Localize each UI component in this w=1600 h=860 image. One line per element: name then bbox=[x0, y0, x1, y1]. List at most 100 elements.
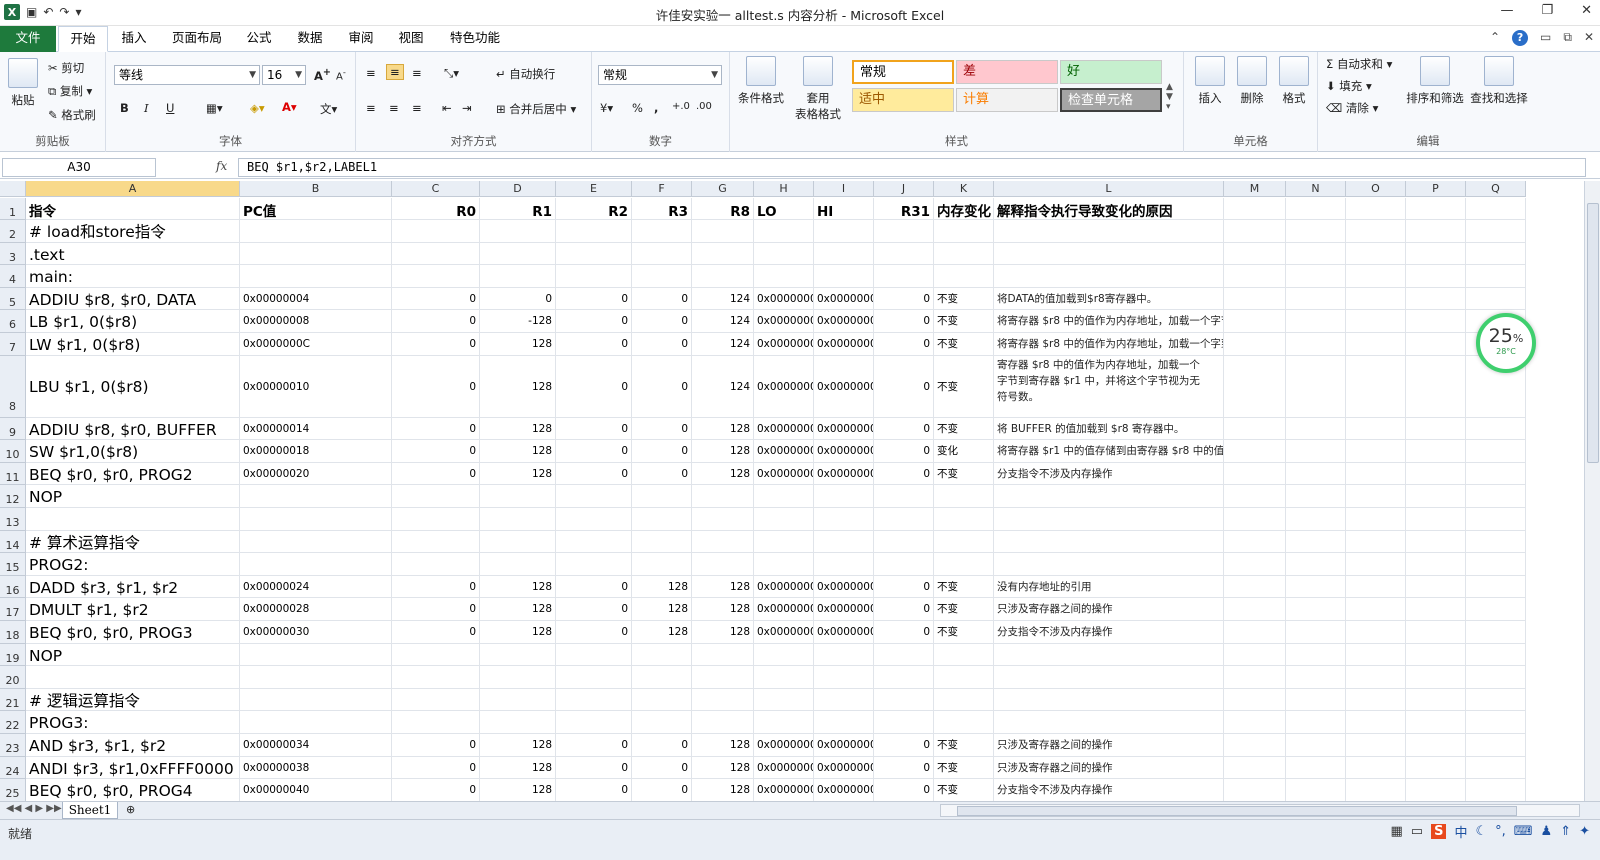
cell-B12[interactable] bbox=[240, 485, 392, 508]
align-center-icon[interactable]: ≡ bbox=[389, 101, 399, 115]
cell-P14[interactable] bbox=[1406, 530, 1466, 554]
cell-K19[interactable] bbox=[934, 643, 994, 667]
cell-H2[interactable] bbox=[754, 220, 814, 243]
cell-N4[interactable] bbox=[1286, 265, 1346, 288]
cell-E12[interactable] bbox=[556, 485, 632, 508]
cell-A4[interactable]: main: bbox=[26, 265, 240, 288]
cell-Q18[interactable] bbox=[1466, 621, 1526, 644]
cell-Q2[interactable] bbox=[1466, 220, 1526, 243]
wrap-text-button[interactable]: ↵ 自动换行 bbox=[496, 66, 555, 82]
cell-N10[interactable] bbox=[1286, 440, 1346, 463]
cell-E11[interactable]: 0 bbox=[556, 462, 632, 486]
clear-button[interactable]: ⌫ 清除 ▾ bbox=[1326, 100, 1378, 116]
cell-G25[interactable]: 128 bbox=[692, 779, 754, 801]
sogou-ime-icon[interactable]: S bbox=[1431, 824, 1447, 839]
cell-O14[interactable] bbox=[1346, 530, 1406, 554]
comma-button[interactable]: , bbox=[654, 101, 658, 115]
cell-K12[interactable] bbox=[934, 485, 994, 508]
cell-G9[interactable]: 128 bbox=[692, 417, 754, 441]
cell-J10[interactable]: 0 bbox=[874, 440, 934, 463]
page-layout-icon[interactable]: ▭ bbox=[1411, 824, 1423, 839]
cell-L7[interactable]: 将寄存器 $r8 中的值作为内存地址，加载一个字到寄存器 $r1 中。 bbox=[994, 333, 1224, 356]
cell-E1[interactable]: R2 bbox=[556, 198, 632, 220]
cell-L4[interactable] bbox=[994, 265, 1224, 288]
cell-M9[interactable] bbox=[1224, 417, 1286, 441]
cell-F20[interactable] bbox=[632, 666, 692, 689]
cell-P6[interactable] bbox=[1406, 310, 1466, 333]
align-right-icon[interactable]: ≡ bbox=[412, 101, 422, 115]
cell-O3[interactable] bbox=[1346, 242, 1406, 266]
cell-O25[interactable] bbox=[1346, 779, 1406, 801]
cell-L13[interactable] bbox=[994, 508, 1224, 531]
row-header[interactable]: 12 bbox=[0, 485, 26, 508]
cell-K8[interactable]: 不变 bbox=[934, 355, 994, 418]
cell-D2[interactable] bbox=[480, 220, 556, 243]
cell-J12[interactable] bbox=[874, 485, 934, 508]
cell-G14[interactable] bbox=[692, 530, 754, 554]
cell-E22[interactable] bbox=[556, 711, 632, 734]
cell-F10[interactable]: 0 bbox=[632, 440, 692, 463]
cell-O17[interactable] bbox=[1346, 598, 1406, 621]
cell-P16[interactable] bbox=[1406, 575, 1466, 599]
cell-K22[interactable] bbox=[934, 711, 994, 734]
align-bottom-icon[interactable]: ≡ bbox=[412, 66, 422, 80]
memory-gauge-widget[interactable]: 25% 28°C bbox=[1476, 313, 1536, 373]
cell-A22[interactable]: PROG3: bbox=[26, 711, 240, 734]
cell-G8[interactable]: 124 bbox=[692, 355, 754, 418]
cell-G11[interactable]: 128 bbox=[692, 462, 754, 486]
font-color-icon[interactable]: A▾ bbox=[282, 100, 297, 114]
fx-icon[interactable]: fx bbox=[216, 159, 227, 173]
cell-B2[interactable] bbox=[240, 220, 392, 243]
cell-E4[interactable] bbox=[556, 265, 632, 288]
cell-I19[interactable] bbox=[814, 643, 874, 667]
cell-C25[interactable]: 0 bbox=[392, 779, 480, 801]
cell-N3[interactable] bbox=[1286, 242, 1346, 266]
vertical-scrollbar[interactable] bbox=[1584, 181, 1600, 801]
cell-M12[interactable] bbox=[1224, 485, 1286, 508]
row-header[interactable]: 6 bbox=[0, 310, 26, 333]
column-header-H[interactable]: H bbox=[754, 181, 814, 197]
cell-L8[interactable]: 寄存器 $r8 中的值作为内存地址，加载一个 字节到寄存器 $r1 中，并将这个字… bbox=[994, 355, 1224, 418]
cell-A10[interactable]: SW $r1,0($r8) bbox=[26, 440, 240, 463]
cell-D19[interactable] bbox=[480, 643, 556, 667]
tab-5[interactable]: 数据 bbox=[284, 26, 336, 52]
cell-H9[interactable]: 0x00000000 bbox=[754, 417, 814, 441]
cell-G5[interactable]: 124 bbox=[692, 287, 754, 311]
cell-N22[interactable] bbox=[1286, 711, 1346, 734]
cell-M8[interactable] bbox=[1224, 355, 1286, 418]
cell-I17[interactable]: 0x00000000 bbox=[814, 598, 874, 621]
row-header[interactable]: 11 bbox=[0, 462, 26, 486]
column-header-E[interactable]: E bbox=[556, 181, 632, 197]
cell-F6[interactable]: 0 bbox=[632, 310, 692, 333]
cell-M5[interactable] bbox=[1224, 287, 1286, 311]
cell-B7[interactable]: 0x0000000C bbox=[240, 333, 392, 356]
cell-K7[interactable]: 不变 bbox=[934, 333, 994, 356]
cell-L6[interactable]: 将寄存器 $r8 中的值作为内存地址，加载一个字节到寄存器 $r1 中。 bbox=[994, 310, 1224, 333]
shrink-font-icon[interactable]: A- bbox=[336, 67, 346, 82]
underline-button[interactable]: U bbox=[166, 101, 174, 115]
cell-I24[interactable]: 0x00000000 bbox=[814, 756, 874, 780]
cell-B3[interactable] bbox=[240, 242, 392, 266]
cell-P17[interactable] bbox=[1406, 598, 1466, 621]
cell-G10[interactable]: 128 bbox=[692, 440, 754, 463]
cell-N15[interactable] bbox=[1286, 553, 1346, 576]
cell-E20[interactable] bbox=[556, 666, 632, 689]
cell-J22[interactable] bbox=[874, 711, 934, 734]
cell-style-4[interactable]: 计算 bbox=[956, 88, 1058, 112]
cell-G13[interactable] bbox=[692, 508, 754, 531]
cell-L25[interactable]: 分支指令不涉及内存操作 bbox=[994, 779, 1224, 801]
cell-Q11[interactable] bbox=[1466, 462, 1526, 486]
conditional-format-button[interactable]: 条件格式 bbox=[736, 56, 786, 106]
cell-B11[interactable]: 0x00000020 bbox=[240, 462, 392, 486]
find-select-button[interactable]: 查找和选择 bbox=[1468, 56, 1530, 106]
cell-O12[interactable] bbox=[1346, 485, 1406, 508]
cell-L17[interactable]: 只涉及寄存器之间的操作 bbox=[994, 598, 1224, 621]
cell-F15[interactable] bbox=[632, 553, 692, 576]
row-header[interactable]: 16 bbox=[0, 575, 26, 599]
cell-H5[interactable]: 0x00000000 bbox=[754, 287, 814, 311]
cell-J2[interactable] bbox=[874, 220, 934, 243]
cell-F11[interactable]: 0 bbox=[632, 462, 692, 486]
copy-button[interactable]: ⧉ 复制 ▾ bbox=[48, 83, 92, 99]
cell-D4[interactable] bbox=[480, 265, 556, 288]
cell-P18[interactable] bbox=[1406, 621, 1466, 644]
